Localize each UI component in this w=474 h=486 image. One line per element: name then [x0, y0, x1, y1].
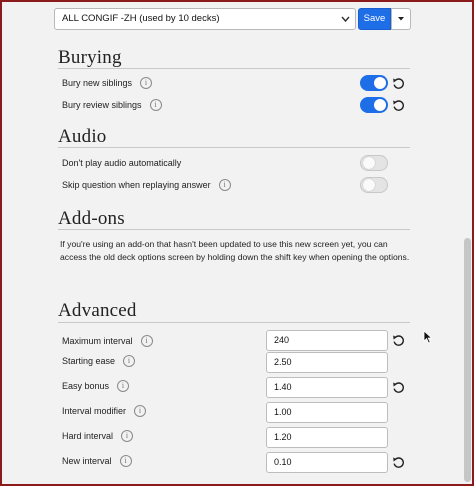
- info-icon[interactable]: i: [134, 405, 147, 417]
- toggle-knob: [363, 157, 375, 169]
- info-icon[interactable]: i: [149, 99, 162, 111]
- skip-question-label: Skip question when replaying answer i: [62, 178, 231, 192]
- hard-interval-label: Hard interval i: [62, 429, 134, 443]
- new-interval-input[interactable]: 0.10: [266, 452, 388, 473]
- preset-select[interactable]: ALL CONGIF -ZH (used by 10 decks): [54, 8, 356, 30]
- hard-interval-input[interactable]: 1.20: [266, 427, 388, 448]
- audio-section-title: Audio: [58, 126, 107, 147]
- section-divider: [58, 229, 410, 230]
- info-icon[interactable]: i: [121, 430, 134, 442]
- revert-icon[interactable]: [391, 98, 405, 112]
- dont-play-audio-label: Don't play audio automatically: [62, 158, 182, 168]
- scrollbar-thumb[interactable]: [464, 238, 471, 482]
- mouse-cursor-icon: [423, 330, 433, 344]
- toggle-knob: [374, 99, 386, 111]
- info-icon[interactable]: i: [140, 335, 153, 347]
- section-divider: [58, 322, 410, 323]
- info-icon[interactable]: i: [117, 380, 130, 392]
- info-icon[interactable]: i: [119, 455, 132, 467]
- toggle-knob: [363, 179, 375, 191]
- starting-ease-label: Starting ease i: [62, 354, 136, 368]
- addons-description: If you're using an add-on that hasn't be…: [60, 239, 410, 262]
- revert-icon[interactable]: [391, 455, 405, 469]
- revert-icon[interactable]: [391, 76, 405, 90]
- vertical-scrollbar[interactable]: [463, 36, 472, 484]
- maximum-interval-label: Maximum interval i: [62, 334, 153, 348]
- burying-section-title: Burying: [58, 47, 122, 68]
- preset-select-value: ALL CONGIF -ZH (used by 10 decks): [62, 13, 220, 24]
- preset-toolbar: ALL CONGIF -ZH (used by 10 decks) Save: [2, 2, 472, 36]
- maximum-interval-input[interactable]: 240: [266, 330, 388, 351]
- chevron-down-icon: [341, 9, 350, 37]
- save-button[interactable]: Save: [358, 8, 391, 30]
- bury-new-siblings-label: Bury new siblings i: [62, 76, 153, 90]
- new-interval-label: New interval i: [62, 454, 132, 468]
- starting-ease-input[interactable]: 2.50: [266, 352, 388, 373]
- caret-down-icon: [398, 17, 404, 21]
- bury-new-siblings-toggle[interactable]: [360, 75, 388, 91]
- easy-bonus-label: Easy bonus i: [62, 379, 130, 393]
- info-icon[interactable]: i: [218, 179, 231, 191]
- options-content: Burying Bury new siblings i Bury review …: [2, 36, 465, 484]
- toggle-knob: [374, 77, 386, 89]
- section-divider: [58, 68, 410, 69]
- advanced-section-title: Advanced: [58, 300, 137, 321]
- bury-review-siblings-toggle[interactable]: [360, 97, 388, 113]
- interval-modifier-label: Interval modifier i: [62, 404, 147, 418]
- section-divider: [58, 147, 410, 148]
- deck-options-window: ALL CONGIF -ZH (used by 10 decks) Save B…: [2, 2, 472, 484]
- save-options-button[interactable]: [391, 8, 411, 30]
- interval-modifier-input[interactable]: 1.00: [266, 402, 388, 423]
- addons-section-title: Add-ons: [58, 208, 125, 229]
- skip-question-toggle[interactable]: [360, 177, 388, 193]
- revert-icon[interactable]: [391, 333, 405, 347]
- bury-review-siblings-label: Bury review siblings i: [62, 98, 162, 112]
- easy-bonus-input[interactable]: 1.40: [266, 377, 388, 398]
- revert-icon[interactable]: [391, 380, 405, 394]
- dont-play-audio-toggle[interactable]: [360, 155, 388, 171]
- info-icon[interactable]: i: [123, 355, 136, 367]
- info-icon[interactable]: i: [140, 77, 153, 89]
